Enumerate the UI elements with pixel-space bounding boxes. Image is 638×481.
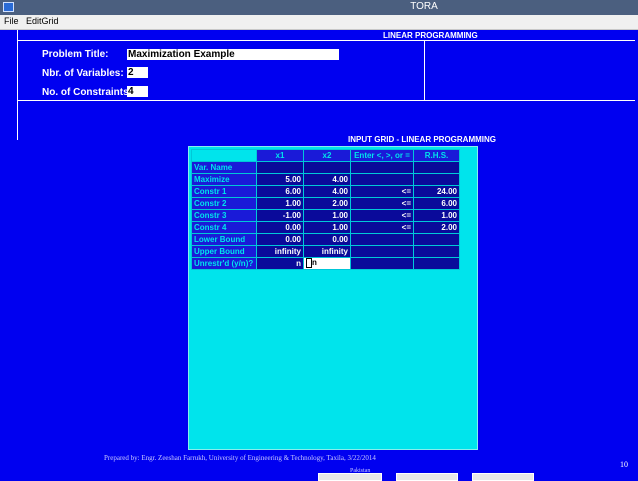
grid-cell[interactable]: infinity [256,245,304,258]
row-header: Constr 3 [191,209,257,222]
grid-cell[interactable]: 1.00 [256,197,304,210]
grid-cell[interactable] [350,173,414,186]
grid-cell[interactable]: 0.00 [303,233,351,246]
menu-file[interactable]: File [4,16,19,26]
grid-cell[interactable]: 0.00 [256,233,304,246]
col-header-rhs[interactable]: R.H.S. [413,149,460,162]
col-header-x1[interactable]: x1 [256,149,304,162]
grid-cell[interactable] [413,245,460,258]
grid-cell[interactable] [413,233,460,246]
title-bar: TORA [0,0,638,15]
row-header: Constr 4 [191,221,257,234]
grid-cell[interactable]: <= [350,209,414,222]
row-header: Upper Bound [191,245,257,258]
table-row: Upper Bound infinity infinity [191,245,460,258]
table-row: Var. Name [191,161,460,174]
problem-title-label: Problem Title: [42,49,109,60]
grid-cell[interactable]: 0.00 [256,221,304,234]
section-label: LINEAR PROGRAMMING [383,31,478,40]
table-row: Unrestr'd (y/n)? n n [191,257,460,270]
grid-cell[interactable]: 2.00 [413,221,460,234]
left-frame-line [17,30,18,140]
row-header: Var. Name [191,161,257,174]
page-number: 10 [620,460,628,469]
grid-cell[interactable] [350,233,414,246]
grid-cell[interactable] [413,257,460,270]
row-header: Maximize [191,173,257,186]
row-header: Unrestr'd (y/n)? [191,257,257,270]
grid-cell[interactable] [256,161,304,174]
grid-cell[interactable]: 1.00 [303,221,351,234]
grid-cell[interactable]: <= [350,185,414,198]
active-edit-cell[interactable]: n [303,257,351,270]
prepared-by-footer: Prepared by: Engr. Zeeshan Farrukh, Univ… [104,454,376,462]
table-row: Constr 4 0.00 1.00 <= 2.00 [191,221,460,234]
problem-title-input[interactable]: Maximization Example [127,49,339,60]
grid-cell[interactable]: 2.00 [303,197,351,210]
header-vertical-divider [424,40,425,100]
grid-title: INPUT GRID - LINEAR PROGRAMMING [348,135,496,144]
grid-cell[interactable]: 6.00 [256,185,304,198]
input-grid: x1 x2 Enter <, >, or = R.H.S. Var. Name … [191,149,460,270]
grid-cell[interactable]: <= [350,197,414,210]
grid-cell[interactable]: -1.00 [256,209,304,222]
grid-cell[interactable] [413,173,460,186]
form-bottom-line [17,100,635,101]
table-row: Constr 1 6.00 4.00 <= 24.00 [191,185,460,198]
nbr-constraints-label: No. of Constraints: [42,87,132,98]
grid-corner [191,149,257,162]
table-row: Maximize 5.00 4.00 [191,173,460,186]
grid-cell[interactable]: <= [350,221,414,234]
row-header: Constr 2 [191,197,257,210]
col-header-inequality[interactable]: Enter <, >, or = [350,149,414,162]
menu-editgrid[interactable]: EditGrid [26,16,59,26]
row-header: Constr 1 [191,185,257,198]
bottom-button-3[interactable] [472,473,534,481]
active-edit-value: n [312,258,317,268]
col-header-x2[interactable]: x2 [303,149,351,162]
nbr-variables-label: Nbr. of Variables: [42,68,124,79]
grid-cell[interactable]: 4.00 [303,185,351,198]
window-title: TORA [410,1,438,12]
menu-bar: File EditGrid [0,15,638,30]
grid-cell[interactable] [350,245,414,258]
bottom-button-2[interactable] [396,473,458,481]
grid-cell[interactable]: 4.00 [303,173,351,186]
grid-cell[interactable]: 5.00 [256,173,304,186]
header-divider [17,40,635,41]
grid-cell[interactable]: 1.00 [413,209,460,222]
table-row: Constr 3 -1.00 1.00 <= 1.00 [191,209,460,222]
grid-cell[interactable]: 6.00 [413,197,460,210]
bottom-button-1[interactable] [318,473,382,481]
table-row: Constr 2 1.00 2.00 <= 6.00 [191,197,460,210]
grid-cell[interactable]: infinity [303,245,351,258]
nbr-constraints-input[interactable]: 4 [127,86,148,97]
grid-cell[interactable] [413,161,460,174]
grid-cell[interactable] [350,257,414,270]
grid-cell[interactable] [350,161,414,174]
grid-cell[interactable]: 24.00 [413,185,460,198]
grid-cell[interactable]: 1.00 [303,209,351,222]
grid-cell[interactable] [303,161,351,174]
row-header: Lower Bound [191,233,257,246]
nbr-variables-input[interactable]: 2 [127,67,148,78]
grid-cell[interactable]: n [256,257,304,270]
table-row: Lower Bound 0.00 0.00 [191,233,460,246]
